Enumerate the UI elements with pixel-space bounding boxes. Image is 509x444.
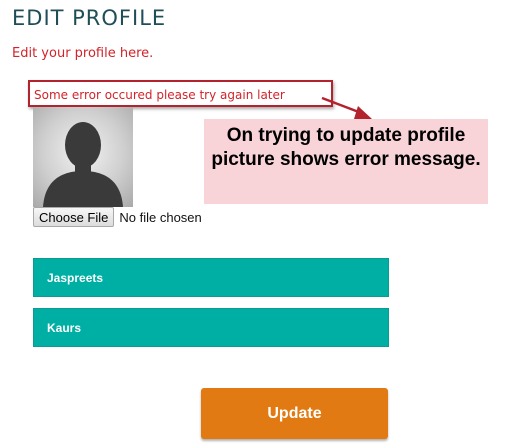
avatar-silhouette-icon [43, 122, 123, 207]
choose-file-button[interactable]: Choose File [33, 207, 115, 227]
last-name-field[interactable]: Kaurs [33, 308, 389, 347]
page-subtitle: Edit your profile here. [12, 46, 154, 61]
update-button[interactable]: Update [201, 388, 388, 439]
error-message: Some error occured please try again late… [34, 88, 285, 102]
page-title: EDIT PROFILE [12, 6, 167, 30]
profile-picture [33, 107, 133, 207]
file-status: No file chosen [119, 209, 202, 225]
first-name-field[interactable]: Jaspreets [33, 258, 389, 297]
file-input: Choose File No file chosen [33, 207, 202, 227]
error-highlight-box: Some error occured please try again late… [28, 80, 333, 107]
annotation-callout: On trying to update profile picture show… [204, 119, 488, 204]
